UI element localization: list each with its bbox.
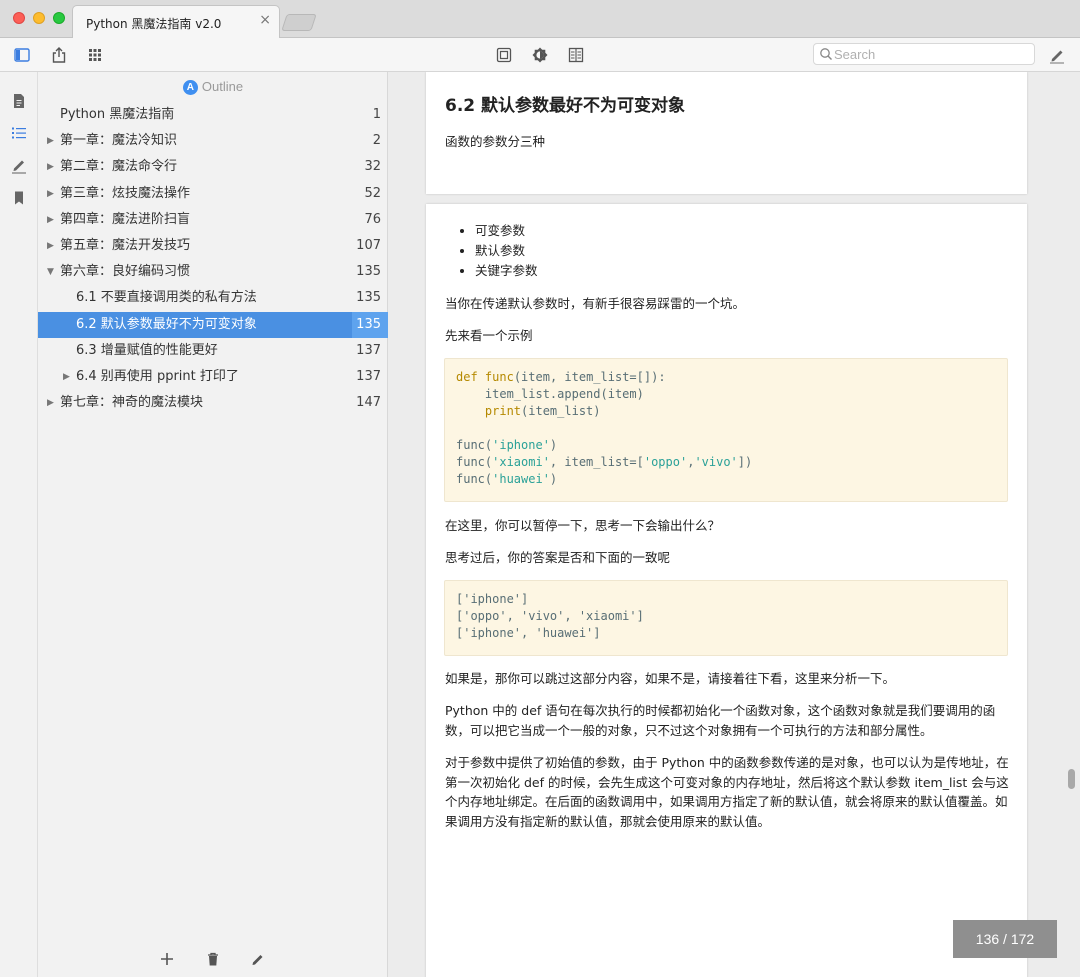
document-icon[interactable] <box>10 92 28 110</box>
two-page-layout-icon[interactable] <box>567 46 585 64</box>
trash-icon[interactable] <box>205 951 221 967</box>
window-minimize-button[interactable] <box>33 12 45 24</box>
paragraph: 思考过后，你的答案是否和下面的一致呢 <box>445 550 671 565</box>
search-icon <box>820 48 832 60</box>
grid-view-icon[interactable] <box>86 46 104 64</box>
outline-badge-icon: A <box>182 80 198 95</box>
caret-right-icon[interactable]: ▶ <box>63 364 70 390</box>
outline-item[interactable]: ▶ 第七章：神奇的魔法模块 147 <box>38 390 388 416</box>
outline-item-title: 第三章：炫技魔法操作 <box>60 185 191 201</box>
outline-item-page: 135 <box>356 264 381 280</box>
page-135: 6.2 默认参数最好不为可变对象 函数的参数分三种 <box>426 72 1027 194</box>
paragraph-intro: 函数的参数分三种 <box>445 134 546 149</box>
paragraph: 在这里，你可以暂停一下，思考一下会输出什么？ <box>445 518 721 533</box>
outline-item[interactable]: ▶ 第一章：魔法冷知识 2 <box>38 128 388 154</box>
add-icon[interactable] <box>159 951 175 967</box>
share-icon[interactable] <box>50 46 68 64</box>
outline-item-title: 6.4 别再使用 pprint 打印了 <box>76 369 239 384</box>
sidebar-mode-strip <box>0 72 38 977</box>
caret-right-icon[interactable]: ▶ <box>47 128 54 154</box>
outline-item[interactable]: ▶ 第五章：魔法开发技巧 107 <box>38 233 388 259</box>
outline-header-label: Outline <box>201 79 244 94</box>
outline-item-title: 第四章：魔法进阶扫盲 <box>60 211 191 227</box>
outline-item-title: 第六章：良好编码习惯 <box>60 264 191 280</box>
code-block-example: def func(item, item_list=[]): item_list.… <box>444 358 1008 502</box>
scrollbar-thumb[interactable] <box>1068 769 1075 789</box>
sidebar-toggle-icon[interactable] <box>13 46 31 64</box>
outline-item-page: 135 <box>352 311 388 338</box>
search-box[interactable] <box>813 43 1035 65</box>
caret-right-icon[interactable]: ▶ <box>47 207 54 233</box>
outline-item-title: Python 黑魔法指南 <box>60 107 175 122</box>
outline-item-page: 2 <box>372 133 381 149</box>
outline-header: A Outline <box>38 79 388 97</box>
toolbar <box>0 38 1080 72</box>
paragraph: 当你在传递默认参数时，有新手很容易踩雷的一个坑。 <box>445 296 746 311</box>
outline-item[interactable]: 6.3 增量赋值的性能更好 137 <box>38 338 388 364</box>
brightness-icon[interactable] <box>531 46 549 64</box>
caret-right-icon[interactable]: ▶ <box>47 154 54 180</box>
outline-footer <box>38 943 388 977</box>
outline-item-page: 137 <box>356 342 381 358</box>
paragraph: 如果是，那你可以跳过这部分内容，如果不是，请接着往下看，这里来分析一下。 <box>445 671 896 686</box>
outline-item-page: 137 <box>356 369 381 384</box>
outline-item-page: 1 <box>372 107 381 122</box>
outline-item[interactable]: 6.2 默认参数最好不为可变对象 135 <box>38 311 388 338</box>
edit-pen-icon[interactable] <box>250 951 266 967</box>
outline-item[interactable]: 6.1 不要直接调用类的私有方法 135 <box>38 285 388 311</box>
parameter-type-list: 可变参数 默认参数 关键字参数 <box>475 221 538 281</box>
page-136: 可变参数 默认参数 关键字参数 当你在传递默认参数时，有新手很容易踩雷的一个坑。… <box>426 204 1027 977</box>
title-bar: Python 黑魔法指南 v2.0 × <box>0 0 1080 39</box>
window-maximize-button[interactable] <box>53 12 65 24</box>
outline-item[interactable]: Python 黑魔法指南 1 <box>38 102 388 128</box>
outline-item-title: 第二章：魔法命令行 <box>60 159 178 175</box>
list-item: 关键字参数 <box>475 261 538 281</box>
list-item: 可变参数 <box>475 221 538 241</box>
tab-close-icon[interactable]: × <box>259 12 271 28</box>
outline-item[interactable]: ▼ 第六章：良好编码习惯 135 <box>38 259 388 285</box>
annotation-pen-icon[interactable] <box>10 156 28 174</box>
outline-item-page: 52 <box>364 185 381 201</box>
document-viewer[interactable]: 6.2 默认参数最好不为可变对象 函数的参数分三种 可变参数 默认参数 关键字参… <box>389 72 1080 977</box>
outline-item-title: 6.3 增量赋值的性能更好 <box>76 342 218 358</box>
outline-item-title: 第七章：神奇的魔法模块 <box>60 395 204 411</box>
search-input[interactable] <box>834 46 1029 63</box>
paragraph: 对于参数中提供了初始值的参数，由于 Python 中的函数参数传递的是对象，也可… <box>445 755 1009 829</box>
caret-right-icon[interactable]: ▶ <box>47 181 54 207</box>
outline-item-title: 6.1 不要直接调用类的私有方法 <box>76 290 257 306</box>
outline-item-title: 6.2 默认参数最好不为可变对象 <box>76 316 257 332</box>
page-indicator: 136 / 172 <box>953 920 1057 958</box>
outline-item-page: 76 <box>364 211 381 227</box>
tab-title: Python 黑魔法指南 v2.0 <box>86 17 222 31</box>
outline-item-page: 32 <box>364 159 381 175</box>
outline-item-page: 135 <box>356 290 381 306</box>
caret-right-icon[interactable]: ▶ <box>47 390 54 416</box>
caret-right-icon[interactable]: ▶ <box>47 233 54 259</box>
outline-item-title: 第一章：魔法冷知识 <box>60 133 178 149</box>
bookmark-icon[interactable] <box>10 189 28 207</box>
outline-item[interactable]: ▶ 第二章：魔法命令行 32 <box>38 154 388 180</box>
document-tab[interactable]: Python 黑魔法指南 v2.0 × <box>72 5 280 39</box>
new-tab-button[interactable] <box>281 14 317 31</box>
outline-panel: A Outline Python 黑魔法指南 1 ▶ 第一章：魔法冷知识 2 ▶ 第二章：魔法… <box>38 72 388 977</box>
crop-icon[interactable] <box>495 46 513 64</box>
outline-item[interactable]: ▶ 第三章：炫技魔法操作 52 <box>38 181 388 207</box>
list-item: 默认参数 <box>475 241 538 261</box>
code-block-output: ['iphone'] ['oppo', 'vivo', 'xiaomi'] ['… <box>444 580 1008 656</box>
outline-item-page: 107 <box>356 238 381 253</box>
section-heading: 6.2 默认参数最好不为可变对象 <box>445 96 686 116</box>
paragraph: Python 中的 def 语句在每次执行的时候都初始化一个函数对象，这个函数对… <box>445 703 996 738</box>
outline-list-icon[interactable] <box>10 124 28 142</box>
annotate-pen-icon[interactable] <box>1048 46 1066 64</box>
outline-item-page: 147 <box>356 395 381 411</box>
window-close-button[interactable] <box>13 12 25 24</box>
outline-item[interactable]: ▶ 6.4 别再使用 pprint 打印了 137 <box>38 364 388 390</box>
paragraph: 先来看一个示例 <box>445 328 533 343</box>
outline-item[interactable]: ▶ 第四章：魔法进阶扫盲 76 <box>38 207 388 233</box>
caret-down-icon[interactable]: ▼ <box>47 259 54 285</box>
outline-item-title: 第五章：魔法开发技巧 <box>60 238 191 253</box>
